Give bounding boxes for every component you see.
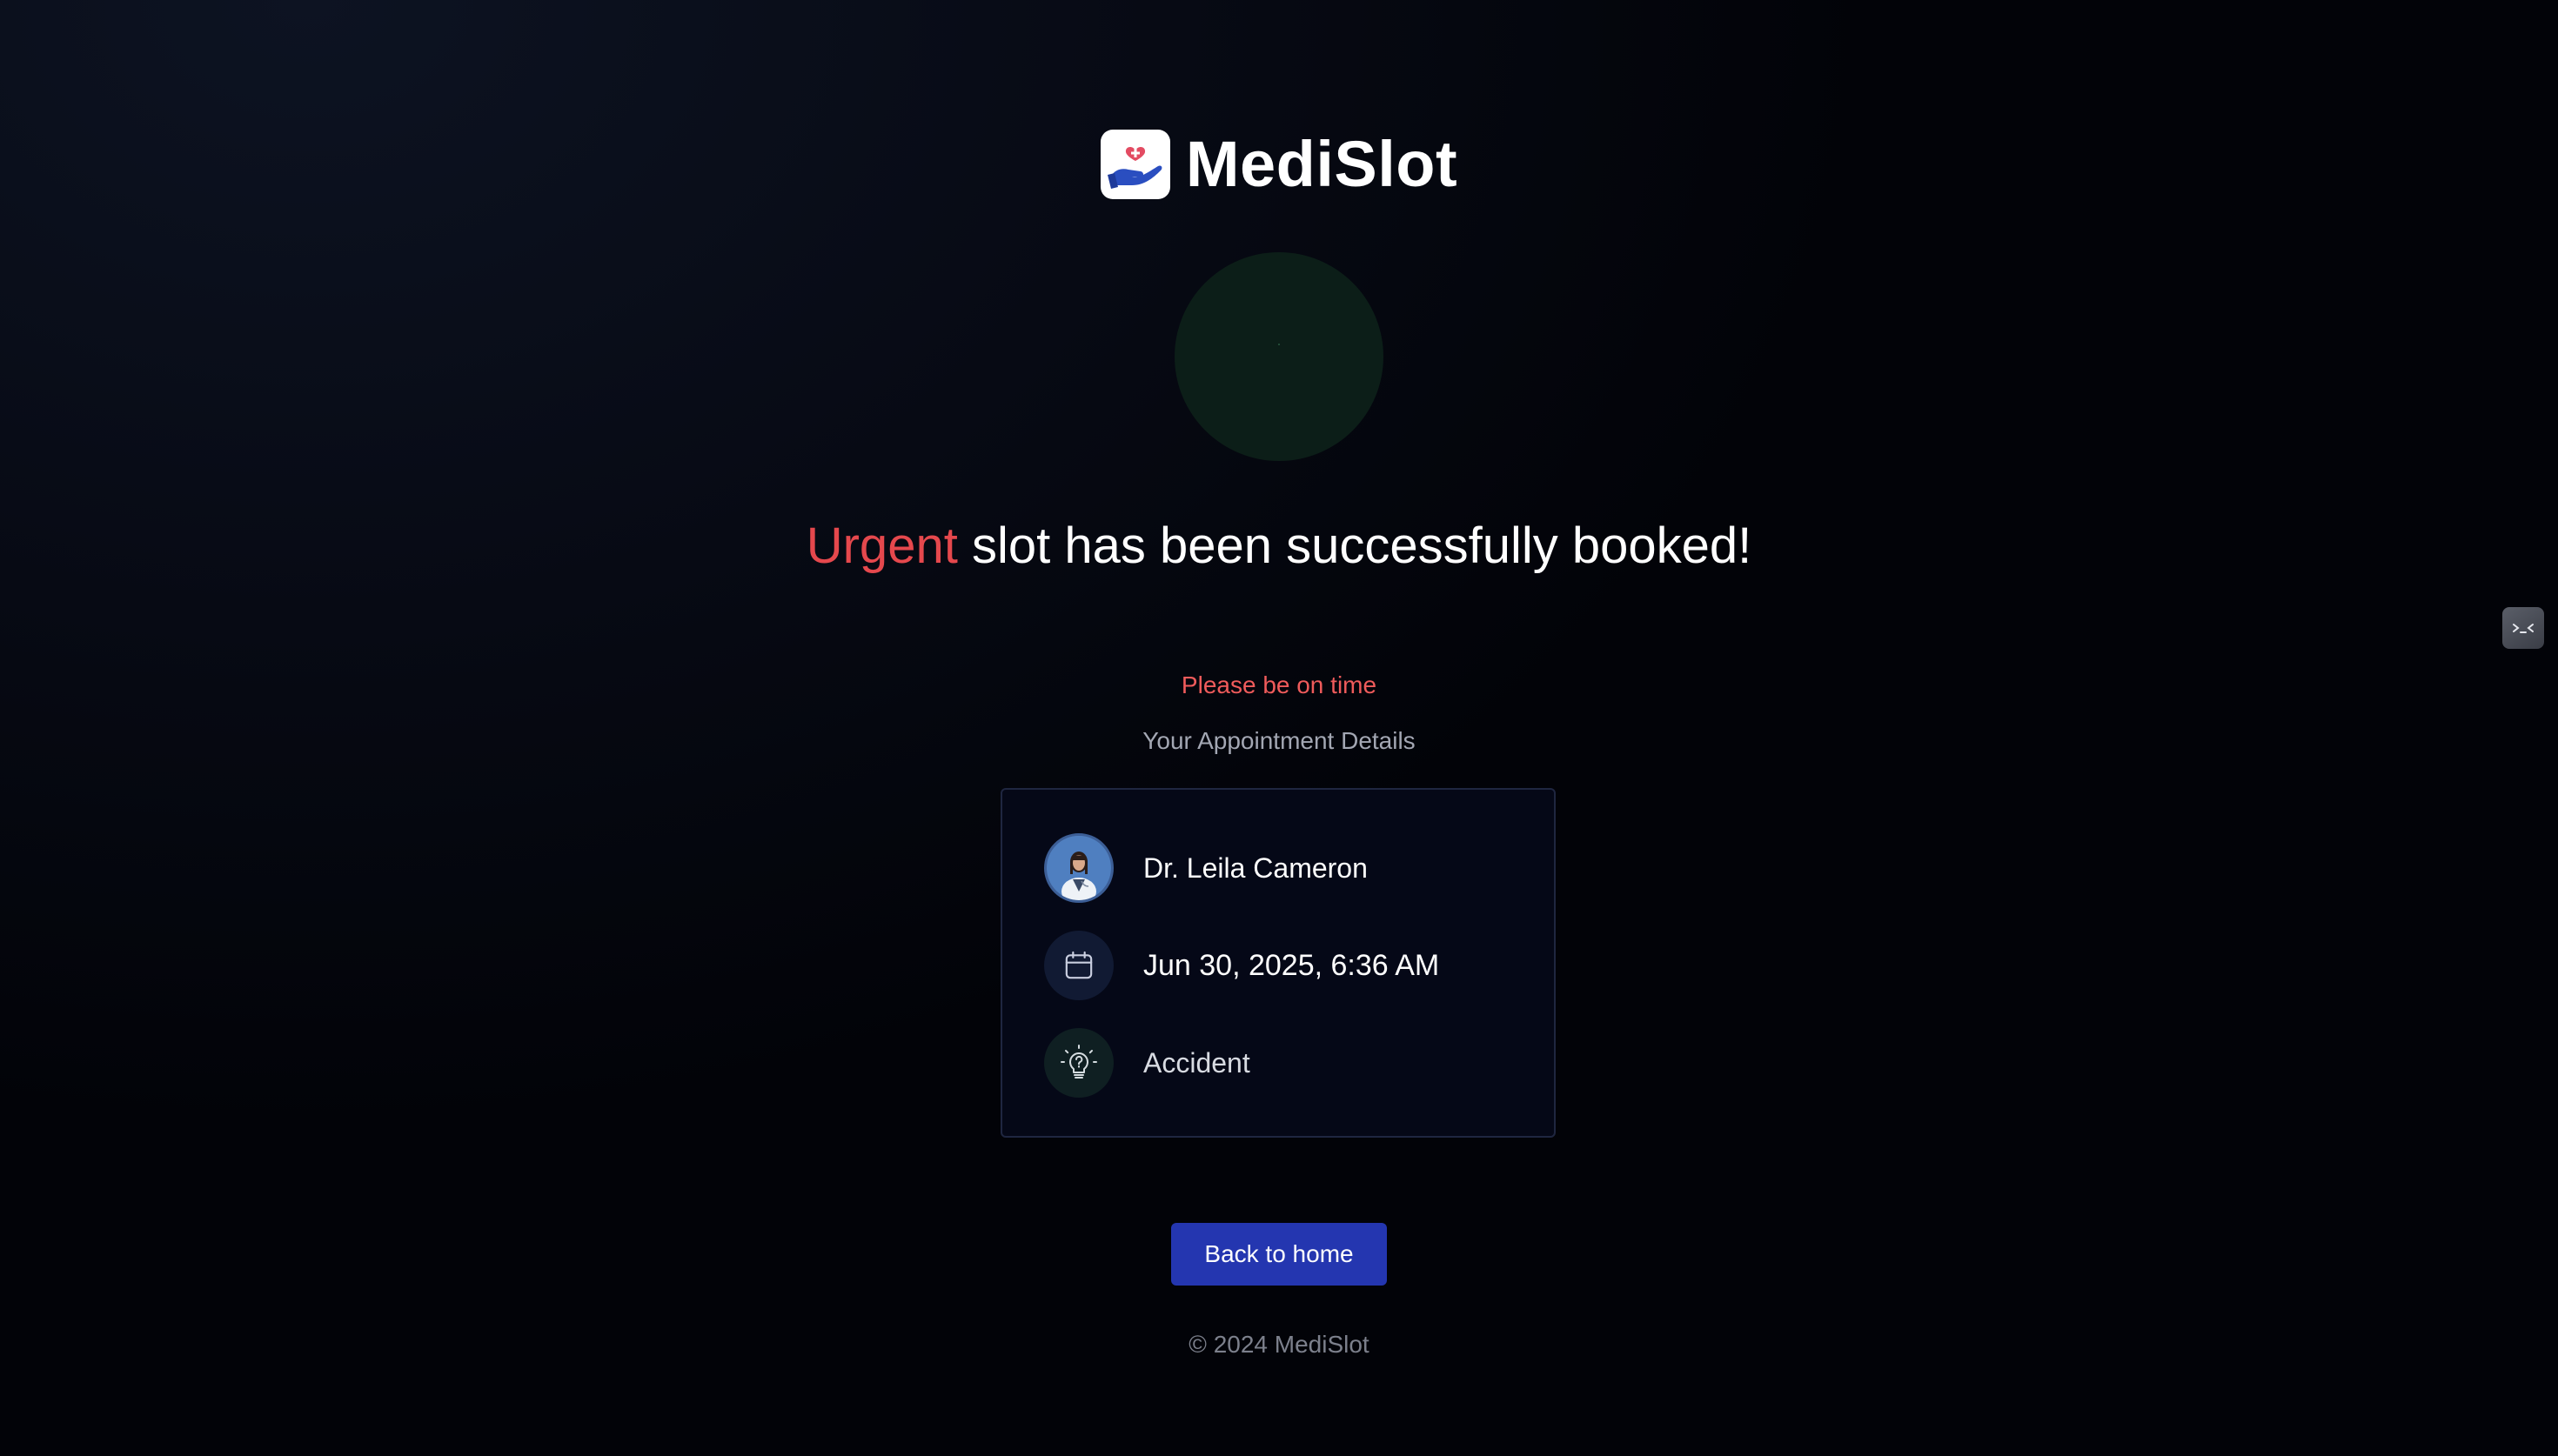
appointment-details-card: Dr. Leila Cameron Jun 30, 2025, 6:36 AM <box>1001 788 1556 1138</box>
punctuality-notice: Please be on time <box>1181 671 1377 698</box>
back-to-home-button[interactable]: Back to home <box>1171 1223 1387 1286</box>
urgency-label: Urgent <box>806 518 958 574</box>
lightbulb-question-icon <box>1044 1028 1114 1098</box>
brand-header[interactable]: MediSlot <box>0 127 2558 201</box>
details-heading: Your Appointment Details <box>1142 727 1416 754</box>
success-message: slot has been successfully booked! <box>957 518 1752 574</box>
page-title: Urgent slot has been successfully booked… <box>0 515 2558 578</box>
reason-row: Accident <box>1044 1028 1250 1098</box>
extension-widget-icon[interactable] <box>2502 607 2544 649</box>
doctor-name: Dr. Leila Cameron <box>1143 852 1368 884</box>
brand-name: MediSlot <box>1185 128 1458 200</box>
calendar-icon <box>1044 931 1114 1000</box>
appointment-reason: Accident <box>1143 1046 1250 1079</box>
datetime-row: Jun 30, 2025, 6:36 AM <box>1044 931 1439 1000</box>
hand-heart-icon <box>1100 129 1170 199</box>
appointment-datetime: Jun 30, 2025, 6:36 AM <box>1143 948 1440 982</box>
confirmation-page: MediSlot Urgent slot has been successful… <box>0 0 2558 1456</box>
doctor-row: Dr. Leila Cameron <box>1044 833 1368 903</box>
footer-copyright: © 2024 MediSlot <box>1189 1331 1369 1358</box>
success-check-icon <box>1175 252 1383 461</box>
doctor-avatar <box>1044 833 1114 903</box>
